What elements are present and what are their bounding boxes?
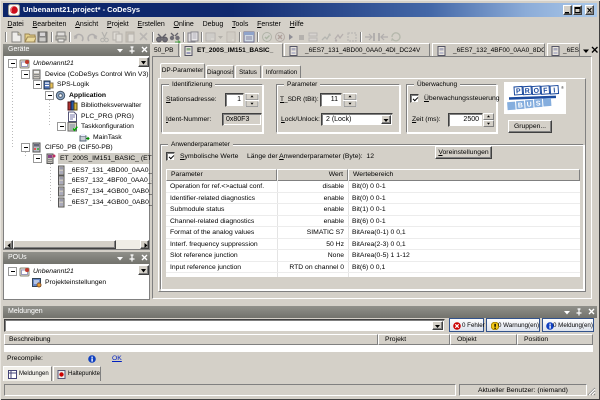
svg-text:R: R — [525, 88, 531, 95]
svg-text:P: P — [516, 88, 521, 95]
svg-text:U: U — [527, 101, 533, 108]
svg-text:O: O — [533, 88, 539, 95]
svg-text:®: ® — [561, 85, 564, 90]
svg-text:S: S — [536, 100, 541, 107]
svg-text:B: B — [518, 102, 524, 109]
